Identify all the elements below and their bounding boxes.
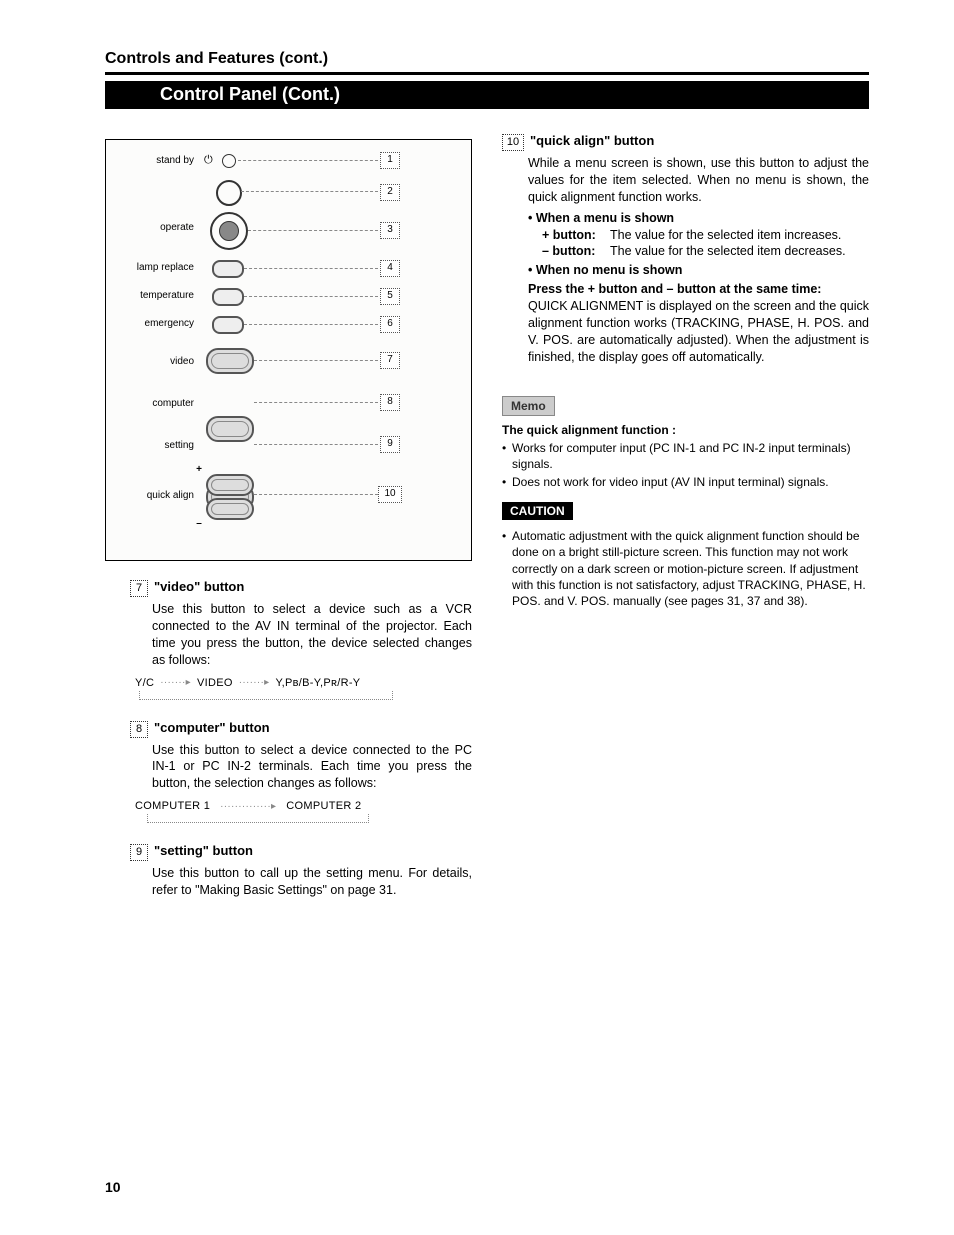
item-7: 7 "video" button Use this button to sele… (105, 579, 472, 700)
section-title: Controls and Features (cont.) (105, 50, 869, 68)
cycle-node: Y,Pʙ/B-Y,Pʀ/R-Y (275, 677, 360, 689)
callout-7: 7 (380, 352, 400, 369)
led-standby (222, 154, 236, 168)
label-standby: stand by (134, 155, 194, 166)
callout-line (238, 160, 378, 161)
memo-bullet: Does not work for video input (AV IN inp… (502, 474, 869, 490)
left-column: stand by ⏻ 1 2 operate 3 lamp replace 4 (105, 139, 472, 919)
cycle-node: VIDEO (197, 677, 233, 689)
led-lamp (212, 260, 244, 278)
when-menu-heading: When a menu is shown (536, 211, 674, 225)
callout-line (254, 360, 378, 361)
label-operate: operate (134, 222, 194, 233)
callout-num: 9 (130, 844, 148, 861)
item-9: 9 "setting" button Use this button to ca… (105, 843, 472, 899)
divider (105, 72, 869, 75)
power-icon: ⏻ (204, 154, 213, 167)
callout-6: 6 (380, 316, 400, 333)
callout-num: 8 (130, 721, 148, 738)
item-title: "quick align" button (530, 133, 654, 148)
label-quick-align: quick align (134, 490, 194, 501)
page-number: 10 (105, 1179, 121, 1195)
plus-label: + button: (542, 227, 602, 244)
label-video: video (134, 356, 194, 367)
subsection-bar: Control Panel (Cont.) (105, 81, 869, 109)
callout-num: 7 (130, 580, 148, 597)
subsection-title: Control Panel (Cont.) (105, 84, 340, 104)
minus-text: The value for the selected item decrease… (610, 243, 846, 260)
cycle-diagram: COMPUTER 1 ··············▸ COMPUTER 2 (135, 800, 472, 823)
callout-5: 5 (380, 288, 400, 305)
callout-line (244, 268, 378, 269)
press-line: Press the + button and – button at the s… (528, 282, 821, 296)
press-body: QUICK ALIGNMENT is displayed on the scre… (528, 299, 869, 364)
callout-1: 1 (380, 152, 400, 169)
arrow-icon: ·······▸ (239, 677, 270, 688)
item-title: "setting" button (154, 843, 253, 858)
item-8: 8 "computer" button Use this button to s… (105, 720, 472, 824)
item-title: "computer" button (154, 720, 270, 735)
item-title: "video" button (154, 579, 244, 594)
cycle-node: COMPUTER 1 (135, 800, 210, 812)
callout-line (248, 230, 378, 231)
memo-tag: Memo (502, 396, 555, 416)
memo-bullet: Works for computer input (PC IN-1 and PC… (502, 440, 869, 472)
control-panel-diagram: stand by ⏻ 1 2 operate 3 lamp replace 4 (105, 139, 472, 561)
label-emergency: emergency (116, 318, 194, 329)
when-no-menu-heading: When no menu is shown (536, 263, 683, 277)
callout-9: 9 (380, 436, 400, 453)
memo-lead: The quick alignment function : (502, 423, 676, 437)
callout-2: 2 (380, 184, 400, 201)
arrow-icon: ·······▸ (160, 677, 191, 688)
minus-label: – button: (542, 243, 602, 260)
caution-tag: CAUTION (502, 502, 573, 520)
callout-line (244, 296, 378, 297)
arrow-icon: ··············▸ (220, 801, 276, 812)
led-emergency (212, 316, 244, 334)
right-column: 10 "quick align" button While a menu scr… (502, 139, 869, 919)
intro-text: While a menu screen is shown, use this b… (528, 156, 869, 204)
callout-line (241, 191, 378, 192)
indicator-2 (216, 180, 242, 206)
callout-num: 10 (502, 134, 524, 151)
item-10: 10 "quick align" button While a menu scr… (502, 133, 869, 366)
callout-4: 4 (380, 260, 400, 277)
plus-sign: + (194, 464, 204, 475)
label-computer: computer (134, 398, 194, 409)
cycle-node: Y/C (135, 677, 154, 689)
cycle-node: COMPUTER 2 (286, 800, 361, 812)
item-body: Use this button to select a device such … (152, 601, 472, 669)
item-body: While a menu screen is shown, use this b… (528, 155, 869, 366)
caution-body: Automatic adjustment with the quick alig… (502, 528, 869, 609)
item-body: Use this button to call up the setting m… (152, 865, 472, 899)
label-lamp-replace: lamp replace (116, 262, 194, 273)
callout-10: 10 (378, 486, 402, 503)
label-setting: setting (134, 440, 194, 451)
callout-line (254, 494, 378, 495)
led-temp (212, 288, 244, 306)
memo-body: The quick alignment function : Works for… (502, 422, 869, 491)
cycle-diagram: Y/C ·······▸ VIDEO ·······▸ Y,Pʙ/B-Y,Pʀ/… (135, 677, 472, 700)
label-temperature: temperature (116, 290, 194, 301)
manual-page: Controls and Features (cont.) Control Pa… (0, 0, 954, 1235)
callout-3: 3 (380, 222, 400, 239)
callout-line (254, 402, 378, 403)
plus-text: The value for the selected item increase… (610, 227, 841, 244)
operate-button (210, 212, 248, 250)
computer-button (206, 416, 254, 442)
callout-line (254, 444, 378, 445)
quick-align-buttons (206, 474, 254, 520)
item-body: Use this button to select a device conne… (152, 742, 472, 793)
caution-bullet: Automatic adjustment with the quick alig… (502, 528, 869, 609)
callout-8: 8 (380, 394, 400, 411)
video-button (206, 348, 254, 374)
minus-sign: – (194, 518, 204, 529)
callout-line (244, 324, 378, 325)
content-columns: stand by ⏻ 1 2 operate 3 lamp replace 4 (105, 139, 869, 919)
